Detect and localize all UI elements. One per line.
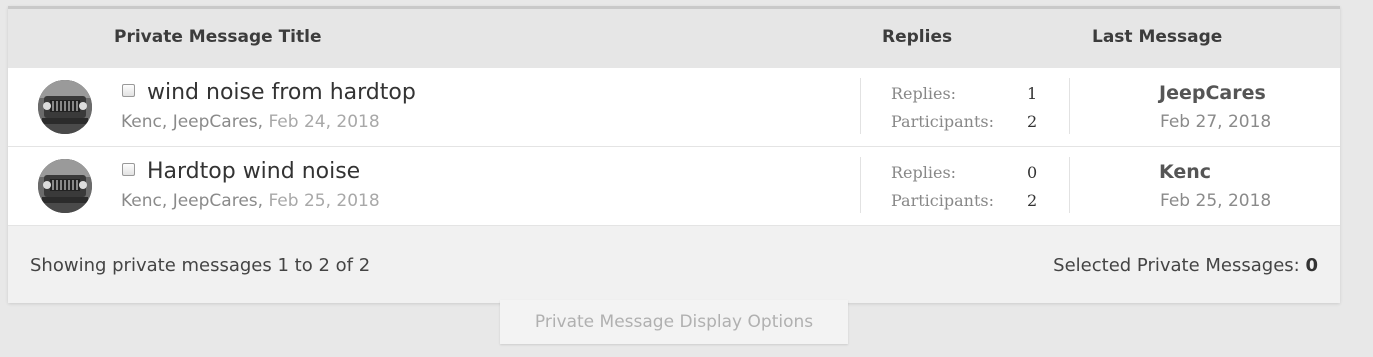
select-checkbox[interactable] bbox=[122, 84, 135, 97]
display-options-tab[interactable]: Private Message Display Options bbox=[500, 300, 848, 344]
message-stats: Replies: 1 Participants: 2 bbox=[860, 78, 1070, 134]
replies-label: Replies: bbox=[891, 84, 957, 103]
last-message-user[interactable]: JeepCares bbox=[1159, 82, 1266, 104]
selected-label: Selected Private Messages: bbox=[1053, 255, 1300, 276]
table-header: Private Message Title Replies Last Messa… bbox=[8, 9, 1340, 68]
header-replies-column[interactable]: Replies bbox=[882, 27, 952, 47]
replies-label: Replies: bbox=[891, 163, 957, 182]
selected-messages-summary: Selected Private Messages: 0 bbox=[1053, 255, 1318, 276]
last-message-user[interactable]: Kenc bbox=[1159, 161, 1211, 183]
header-last-message-column[interactable]: Last Message bbox=[1092, 27, 1222, 47]
participants-label: Participants: bbox=[891, 112, 994, 131]
select-checkbox[interactable] bbox=[122, 163, 135, 176]
message-meta: Kenc, JeepCares, Feb 24, 2018 bbox=[121, 112, 380, 132]
pagination-summary: Showing private messages 1 to 2 of 2 bbox=[30, 255, 371, 276]
header-title-column[interactable]: Private Message Title bbox=[114, 27, 321, 47]
last-message-date: Feb 27, 2018 bbox=[1160, 112, 1272, 132]
replies-count: 1 bbox=[1027, 84, 1038, 103]
participants-label: Participants: bbox=[891, 191, 994, 210]
replies-count: 0 bbox=[1027, 163, 1038, 182]
message-meta: Kenc, JeepCares, Feb 25, 2018 bbox=[121, 191, 380, 211]
private-messages-panel: Private Message Title Replies Last Messa… bbox=[8, 6, 1340, 303]
table-row: Hardtop wind noise Kenc, JeepCares, Feb … bbox=[8, 147, 1340, 226]
participants-count: 2 bbox=[1027, 112, 1038, 131]
table-row: wind noise from hardtop Kenc, JeepCares,… bbox=[8, 68, 1340, 147]
selected-count: 0 bbox=[1305, 255, 1318, 276]
participants-list[interactable]: Kenc, JeepCares, bbox=[121, 191, 263, 211]
message-title-link[interactable]: Hardtop wind noise bbox=[147, 159, 360, 184]
last-message-date: Feb 25, 2018 bbox=[1160, 191, 1272, 211]
participants-list[interactable]: Kenc, JeepCares, bbox=[121, 112, 263, 132]
message-date: Feb 25, 2018 bbox=[268, 191, 380, 211]
participants-count: 2 bbox=[1027, 191, 1038, 210]
jeep-avatar-icon[interactable] bbox=[38, 80, 92, 134]
message-stats: Replies: 0 Participants: 2 bbox=[860, 157, 1070, 213]
message-title-link[interactable]: wind noise from hardtop bbox=[147, 80, 416, 105]
message-date: Feb 24, 2018 bbox=[268, 112, 380, 132]
jeep-avatar-icon[interactable] bbox=[38, 159, 92, 213]
